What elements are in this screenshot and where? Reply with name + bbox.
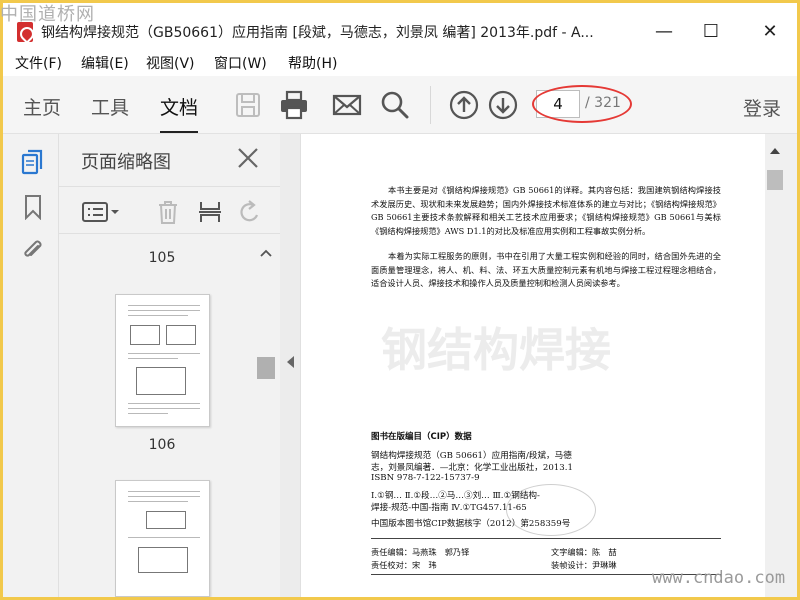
thumbnail-tools (59, 186, 280, 234)
thumbnail-options-icon[interactable] (81, 199, 121, 225)
intro-paragraph-1: 本书主要是对《钢结构焊接规范》GB 50661的详释。其内容包括：我国建筑钢结构… (371, 185, 721, 236)
tab-home[interactable]: 主页 (23, 93, 61, 120)
document-area[interactable]: 钢结构焊接 本书主要是对《钢结构焊接规范》GB 50661的详释。其内容包括：我… (300, 134, 765, 597)
thumbnails-scroll-thumb[interactable] (257, 357, 275, 379)
cip-line: Ⅰ.①钢… Ⅱ.①段…②马…③刘… Ⅲ.①钢结构- (371, 491, 540, 501)
rotate-icon[interactable] (237, 199, 263, 225)
menu-bar: 文件(F) 编辑(E) 视图(V) 窗口(W) 帮助(H) (3, 49, 797, 75)
credit-text-editor: 文字编辑：陈 喆 (551, 547, 617, 557)
scroll-thumb[interactable] (767, 170, 783, 190)
tab-document[interactable]: 文档 (160, 93, 199, 133)
thumbnails-panel: 页面缩略图 105 106 (59, 134, 280, 597)
cip-line: 中国版本图书馆CIP数据核字（2012）第258359号 (371, 519, 571, 529)
window-title: 钢结构焊接规范（GB50661）应用指南 [段斌，马德志，刘景凤 编著] 201… (41, 25, 594, 41)
cip-line: 钢结构焊接规范（GB 50661）应用指南/段斌，马德 (371, 451, 572, 461)
panel-title: 页面缩略图 (81, 152, 171, 173)
cip-line: 焊接-规范-中国-指南 Ⅳ.①TG457.11-65 (371, 503, 527, 513)
save-icon[interactable] (232, 89, 264, 121)
thumbnails-scrollbar[interactable] (257, 244, 277, 594)
thumbnail-label-105: 105 (148, 250, 176, 266)
document-scrollbar[interactable] (765, 134, 797, 597)
navigation-rail (3, 134, 59, 597)
menu-window[interactable]: 窗口(W) (214, 53, 267, 73)
title-bar: 钢结构焊接规范（GB50661）应用指南 [段斌，马德志，刘景凤 编著] 201… (3, 3, 797, 45)
menu-view[interactable]: 视图(V) (146, 53, 195, 73)
credit-designer: 装帧设计：尹琳琳 (551, 560, 617, 570)
maximize-button[interactable]: ☐ (688, 15, 734, 47)
page-thumbnails-icon[interactable] (21, 149, 45, 175)
menu-edit[interactable]: 编辑(E) (81, 53, 129, 73)
login-link[interactable]: 登录 (743, 94, 781, 121)
credit-editor: 责任编辑：马燕珠 郭乃铎 (371, 547, 470, 557)
cip-title: 图书在版编目（CIP）数据 (371, 432, 472, 442)
search-icon[interactable] (379, 89, 411, 121)
toolbar: 主页 工具 文档 4 / 321 登录 (3, 76, 797, 134)
crop-pages-icon[interactable] (197, 199, 223, 225)
divider (371, 538, 721, 539)
thumbnail-label-106: 106 (148, 437, 176, 453)
bookmark-icon[interactable] (21, 194, 45, 220)
page-down-icon[interactable] (487, 89, 519, 121)
email-icon[interactable] (331, 89, 363, 121)
collapse-arrow-icon[interactable] (287, 356, 294, 368)
cip-line: ISBN 978-7-122-15737-9 (371, 473, 480, 483)
watermark-bottom: www.cndao.com (652, 568, 786, 588)
menu-help[interactable]: 帮助(H) (288, 53, 337, 73)
scroll-up-arrow-icon[interactable] (770, 148, 780, 154)
toolbar-separator (430, 86, 431, 124)
credit-proofreader: 责任校对：宋 玮 (371, 560, 437, 570)
annotation-ellipse (532, 85, 632, 123)
minimize-button[interactable]: — (641, 15, 687, 47)
watermark-top: 中国道桥网 (0, 4, 95, 25)
tab-tools[interactable]: 工具 (91, 93, 129, 120)
close-button[interactable]: ✕ (747, 15, 793, 47)
delete-icon[interactable] (155, 199, 181, 225)
thumbnail-page-107[interactable] (115, 480, 210, 597)
intro-paragraph-2: 本着为实际工程服务的原则，书中在引用了大量工程实例和经验的同时，结合国外先进的全… (371, 251, 721, 288)
print-icon[interactable] (278, 89, 310, 121)
close-panel-icon[interactable] (235, 145, 261, 171)
scroll-track[interactable] (765, 134, 785, 597)
thumbnail-page-106[interactable] (115, 294, 210, 427)
panel-splitter[interactable] (280, 134, 300, 597)
faded-background-text: 钢结构焊接 (381, 323, 611, 377)
cip-line: 志，刘景凤编著．—北京：化学工业出版社，2013.1 (371, 463, 573, 473)
scroll-up-icon[interactable] (260, 249, 272, 257)
page-up-icon[interactable] (448, 89, 480, 121)
document-page: 钢结构焊接 本书主要是对《钢结构焊接规范》GB 50661的详释。其内容包括：我… (300, 134, 765, 597)
attachment-icon[interactable] (21, 238, 45, 264)
menu-file[interactable]: 文件(F) (15, 53, 62, 73)
